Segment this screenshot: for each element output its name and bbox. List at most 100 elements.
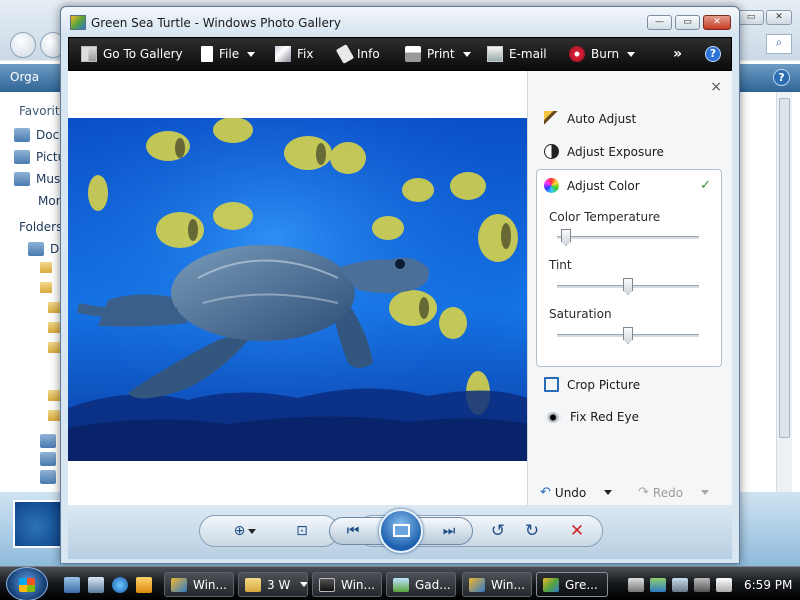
- redo-label: Redo: [652, 485, 684, 500]
- actual-size-icon: ⊡: [296, 523, 308, 539]
- color-temperature-slider[interactable]: [557, 229, 699, 246]
- auto-adjust-button[interactable]: Auto Adjust: [544, 111, 636, 126]
- back-button[interactable]: [10, 32, 36, 58]
- start-button[interactable]: [6, 567, 48, 600]
- adjust-color-button[interactable]: Adjust Color: [544, 178, 640, 193]
- media-player-icon[interactable]: [136, 577, 152, 593]
- power-icon[interactable]: [716, 577, 732, 592]
- rotate-clockwise-button[interactable]: ↻: [520, 520, 544, 542]
- zoom-icon: ⊕: [233, 523, 246, 539]
- info-label: Info: [357, 47, 380, 61]
- fix-red-eye-button[interactable]: Fix Red Eye: [544, 410, 639, 424]
- color-wheel-icon: [544, 178, 559, 193]
- speaker-muted-icon[interactable]: [694, 577, 710, 592]
- delete-button[interactable]: ✕: [565, 520, 589, 542]
- chevron-down-icon: [627, 51, 636, 57]
- exposure-icon: [544, 144, 559, 159]
- taskbar-item-label: Win...: [341, 577, 375, 592]
- taskbar-item[interactable]: Win...: [312, 572, 382, 597]
- nav-item-music[interactable]: Mus: [14, 172, 60, 186]
- slideshow-button[interactable]: [379, 509, 423, 553]
- crop-picture-label: Crop Picture: [567, 377, 641, 392]
- organize-button[interactable]: Orga: [10, 70, 39, 84]
- photo-viewer[interactable]: [68, 71, 527, 505]
- internet-explorer-icon[interactable]: [112, 577, 128, 593]
- nav-item-more[interactable]: Mor: [38, 194, 61, 208]
- explorer-help-icon[interactable]: ?: [773, 69, 790, 86]
- burn-menu-button[interactable]: Burn: [569, 38, 636, 70]
- printer-icon[interactable]: [628, 577, 644, 592]
- help-button[interactable]: ?: [705, 38, 721, 70]
- switch-windows-icon[interactable]: [88, 577, 104, 593]
- explorer-scrollbar[interactable]: [776, 92, 792, 492]
- saturation-slider-thumb[interactable]: [623, 327, 633, 344]
- folder-icon: [48, 410, 60, 421]
- taskbar-group[interactable]: 3 W: [238, 572, 308, 597]
- explorer-nav-buttons: [10, 32, 66, 58]
- network-icon[interactable]: [672, 577, 688, 592]
- info-button[interactable]: Info: [335, 38, 380, 70]
- folder-icon: [40, 282, 52, 293]
- print-menu-button[interactable]: Print: [405, 38, 471, 70]
- fix-icon: [275, 46, 291, 62]
- email-button[interactable]: E-mail: [487, 38, 547, 70]
- taskbar-item[interactable]: Gad...: [386, 572, 456, 597]
- chevron-down-icon[interactable]: [604, 490, 613, 495]
- undo-button[interactable]: ↶ Undo: [540, 485, 613, 500]
- explorer-close-button[interactable]: ✕: [766, 10, 792, 25]
- close-button[interactable]: ✕: [703, 15, 731, 30]
- show-desktop-icon[interactable]: [64, 577, 80, 593]
- adjust-color-label: Adjust Color: [567, 178, 640, 193]
- view-controls-group: [199, 515, 339, 547]
- previous-icon: ⏮: [346, 523, 360, 539]
- file-icon: [201, 46, 213, 62]
- sync-icon[interactable]: [650, 577, 666, 592]
- explorer-search-icon[interactable]: ⌕: [766, 34, 792, 54]
- file-menu-button[interactable]: File: [201, 38, 256, 70]
- explorer-navigation-pane: Favorite Doc Pictu Mus Mor Folders De: [0, 92, 67, 492]
- minimize-button[interactable]: —: [647, 15, 672, 30]
- tint-slider-thumb[interactable]: [623, 278, 633, 295]
- taskbar: Win... 3 W Win... Gad... Win... Gre... 6…: [0, 566, 800, 600]
- title-bar[interactable]: Green Sea Turtle - Windows Photo Gallery…: [61, 7, 739, 37]
- rotate-counterclockwise-button[interactable]: ↺: [486, 520, 510, 542]
- taskbar-item-active[interactable]: Gre...: [536, 572, 608, 597]
- adjust-exposure-button[interactable]: Adjust Exposure: [544, 144, 664, 159]
- go-to-gallery-label: Go To Gallery: [103, 47, 183, 61]
- windows-logo-icon: [19, 578, 35, 592]
- saturation-slider[interactable]: [557, 327, 699, 344]
- zoom-button[interactable]: ⊕: [228, 520, 262, 542]
- maximize-button[interactable]: ▭: [675, 15, 700, 30]
- folder-icon: [245, 577, 261, 592]
- close-fix-pane-button[interactable]: ×: [710, 79, 722, 95]
- folders-label[interactable]: Folders: [19, 220, 62, 234]
- crop-picture-button[interactable]: Crop Picture: [544, 377, 640, 392]
- next-button[interactable]: ⏭: [437, 520, 461, 542]
- color-temperature-label: Color Temperature: [549, 210, 661, 224]
- tint-slider[interactable]: [557, 278, 699, 295]
- pictures-icon: [14, 150, 30, 164]
- folder-icon: [48, 302, 60, 313]
- actual-size-button[interactable]: ⊡: [290, 520, 314, 542]
- explorer-maximize-button[interactable]: ▭: [738, 10, 764, 25]
- previous-button[interactable]: ⏮: [341, 520, 365, 542]
- color-temperature-slider-thumb[interactable]: [560, 229, 571, 246]
- rotate-ccw-icon: ↺: [490, 521, 506, 541]
- taskbar-item[interactable]: Win...: [164, 572, 234, 597]
- fix-button[interactable]: Fix: [275, 38, 313, 70]
- taskbar-item[interactable]: Win...: [462, 572, 532, 597]
- system-tray: 6:59 PM: [628, 572, 796, 597]
- tint-label: Tint: [549, 258, 572, 272]
- nav-item-pictures[interactable]: Pictu: [14, 150, 65, 164]
- go-to-gallery-button[interactable]: Go To Gallery: [81, 38, 183, 70]
- nav-item-documents[interactable]: Doc: [14, 128, 59, 142]
- turtle-photo-image: [68, 118, 527, 461]
- desktop-icon: [28, 242, 44, 256]
- more-options-button[interactable]: »: [673, 38, 682, 70]
- clock[interactable]: 6:59 PM: [744, 578, 792, 592]
- explorer-scrollbar-thumb[interactable]: [779, 98, 790, 438]
- undo-icon: ↶: [540, 485, 551, 500]
- window-title: Green Sea Turtle - Windows Photo Gallery: [91, 16, 341, 30]
- network-icon: [40, 452, 56, 466]
- taskbar-item-label: Win...: [491, 577, 525, 592]
